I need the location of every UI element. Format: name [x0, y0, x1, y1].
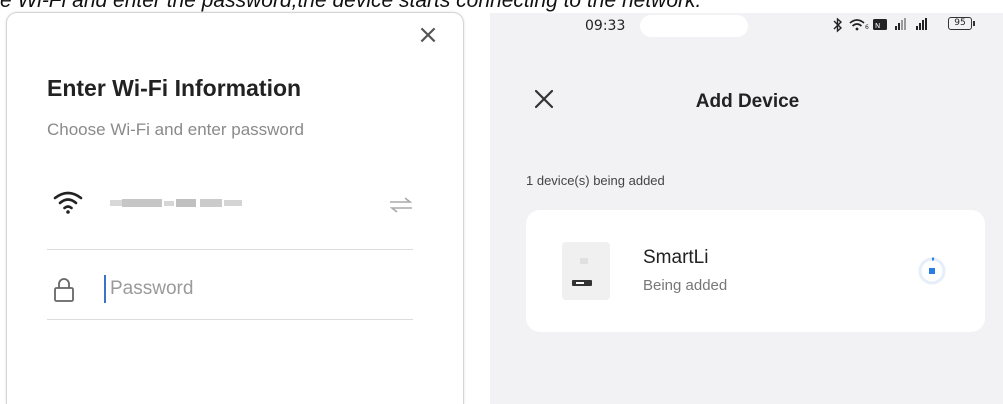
wifi-network-name-obscured[interactable]	[110, 197, 246, 209]
svg-text:N: N	[875, 22, 880, 30]
signal-icon	[916, 18, 927, 30]
device-name: SmartLi	[643, 247, 709, 268]
password-input[interactable]	[104, 275, 410, 303]
wifi-icon: 6	[849, 19, 869, 31]
add-device-screen: 09:33 6 N 95 Add Device 1 device(s) bein…	[490, 13, 1003, 404]
wifi-icon	[53, 191, 83, 214]
close-icon[interactable]: ×	[417, 22, 439, 48]
device-card[interactable]: SmartLi Being added	[526, 210, 985, 332]
wifi-info-dialog: × Enter Wi-Fi Information Choose Wi-Fi a…	[7, 13, 463, 404]
switch-network-icon[interactable]	[388, 195, 414, 215]
status-time: 09:33	[585, 18, 626, 34]
dialog-subtitle: Choose Wi-Fi and enter password	[47, 120, 305, 139]
loading-spinner-icon	[918, 257, 946, 285]
page-title: Add Device	[695, 91, 800, 112]
divider	[47, 249, 413, 250]
status-icons: 6 N	[833, 17, 927, 33]
dialog-title: Enter Wi-Fi Information	[47, 75, 302, 101]
lock-icon	[54, 278, 74, 302]
bluetooth-icon	[833, 17, 843, 33]
devices-being-added-count: 1 device(s) being added	[526, 173, 665, 188]
nfc-icon: N	[873, 19, 887, 30]
signal-icon	[895, 18, 906, 30]
close-icon[interactable]	[534, 89, 554, 109]
svg-text:6: 6	[865, 24, 869, 31]
device-status: Being added	[643, 277, 728, 294]
battery-icon: 95	[948, 17, 975, 30]
status-notification-pill	[640, 15, 748, 37]
device-thumbnail	[562, 242, 610, 300]
divider	[47, 319, 413, 320]
